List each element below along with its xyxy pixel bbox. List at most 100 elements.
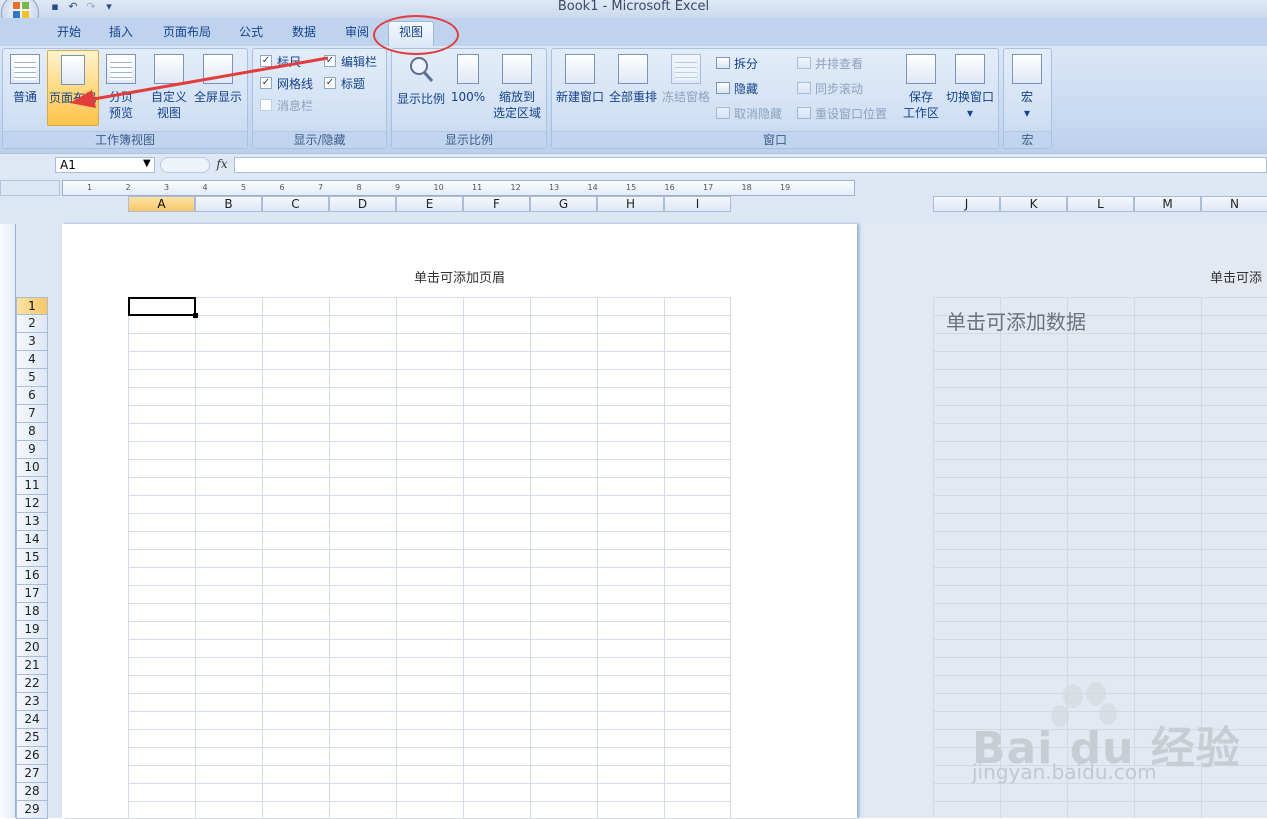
row-header-19[interactable]: 19 (16, 621, 48, 639)
column-header-E[interactable]: E (396, 196, 463, 212)
row-header-13[interactable]: 13 (16, 513, 48, 531)
zoom-button[interactable]: 显示比例 (395, 54, 447, 107)
ruler-checkbox[interactable]: ✓ 标尺 (260, 53, 301, 69)
column-header-J[interactable]: J (933, 196, 1000, 212)
customize-qat-icon[interactable]: ▾ (102, 1, 116, 13)
data-placeholder[interactable]: 单击可添加数据 (946, 306, 1086, 335)
row-header-7[interactable]: 7 (16, 405, 48, 423)
column-headers-page2: JKLMN (933, 196, 1267, 212)
row-header-14[interactable]: 14 (16, 531, 48, 549)
row-header-15[interactable]: 15 (16, 549, 48, 567)
normal-view-button[interactable]: 普通 (6, 54, 44, 105)
column-header-D[interactable]: D (329, 196, 396, 212)
row-header-20[interactable]: 20 (16, 639, 48, 657)
row-header-23[interactable]: 23 (16, 693, 48, 711)
ruler-mark: 8 (356, 183, 362, 192)
reset-window-position-button: 重设窗口位置 (797, 105, 887, 121)
column-header-C[interactable]: C (262, 196, 329, 212)
row-header-10[interactable]: 10 (16, 459, 48, 477)
full-screen-button[interactable]: 全屏显示 (192, 54, 244, 105)
page-break-icon (106, 54, 136, 84)
select-all-corner[interactable] (0, 180, 60, 196)
sync-scroll-button: 同步滚动 (797, 80, 863, 96)
column-header-G[interactable]: G (530, 196, 597, 212)
tab-home[interactable]: 开始 (48, 22, 90, 46)
gridlines-checkbox[interactable]: ✓ 网格线 (260, 75, 313, 91)
reset-position-label: 重设窗口位置 (815, 106, 888, 121)
header-placeholder-page2[interactable]: 单击可添 (1210, 267, 1262, 286)
row-header-3[interactable]: 3 (16, 333, 48, 351)
fill-handle[interactable] (193, 313, 198, 318)
row-header-2[interactable]: 2 (16, 315, 48, 333)
tab-insert[interactable]: 插入 (100, 22, 142, 46)
page-layout-icon (61, 55, 85, 85)
page-break-preview-button[interactable]: 分页 预览 (102, 54, 140, 121)
dropdown-arrow-icon: ▾ (966, 106, 974, 120)
header-placeholder[interactable]: 单击可添加页眉 (62, 267, 857, 286)
page-layout-view-button[interactable]: 页面布局 (47, 50, 99, 126)
redo-icon[interactable]: ↷ (84, 1, 98, 13)
row-header-11[interactable]: 11 (16, 477, 48, 495)
row-header-4[interactable]: 4 (16, 351, 48, 369)
side-by-side-label: 并排查看 (815, 56, 864, 71)
window-title: Book1 - Microsoft Excel (557, 0, 710, 14)
column-header-B[interactable]: B (195, 196, 262, 212)
row-header-9[interactable]: 9 (16, 441, 48, 459)
undo-icon[interactable]: ↶ (66, 1, 80, 13)
row-header-27[interactable]: 27 (16, 765, 48, 783)
column-headers: ABCDEFGHI (128, 196, 731, 212)
macros-button[interactable]: 宏 ▾ (1008, 54, 1046, 121)
row-header-5[interactable]: 5 (16, 369, 48, 387)
hide-label: 隐藏 (734, 81, 759, 96)
arrange-all-button[interactable]: 全部重排 (607, 54, 659, 105)
switch-windows-button[interactable]: 切换窗口 ▾ (944, 54, 996, 121)
name-box-dropdown-icon[interactable]: ▼ (143, 158, 151, 169)
row-header-18[interactable]: 18 (16, 603, 48, 621)
row-header-28[interactable]: 28 (16, 783, 48, 801)
row-header-6[interactable]: 6 (16, 387, 48, 405)
freeze-panes-button[interactable]: 冻结窗格 (660, 54, 712, 105)
hide-button[interactable]: 隐藏 (716, 80, 758, 96)
row-header-1[interactable]: 1 (16, 297, 48, 315)
vertical-ruler[interactable] (0, 224, 16, 818)
column-header-A[interactable]: A (128, 196, 195, 212)
tab-page-layout[interactable]: 页面布局 (156, 22, 218, 46)
column-header-L[interactable]: L (1067, 196, 1134, 212)
formula-input[interactable] (234, 157, 1267, 173)
headings-checkbox[interactable]: ✓ 标题 (324, 75, 365, 91)
tab-review[interactable]: 审阅 (336, 22, 378, 46)
formula-bar-expand-handle[interactable] (160, 157, 210, 173)
split-button[interactable]: 拆分 (716, 55, 758, 71)
column-header-F[interactable]: F (463, 196, 530, 212)
sync-scroll-icon (797, 82, 811, 94)
row-header-8[interactable]: 8 (16, 423, 48, 441)
tab-data[interactable]: 数据 (283, 22, 325, 46)
row-header-25[interactable]: 25 (16, 729, 48, 747)
custom-views-button[interactable]: 自定义 视图 (148, 54, 190, 121)
formula-bar-checkbox[interactable]: ✓ 编辑栏 (324, 53, 377, 69)
zoom-100-button[interactable]: 100% (450, 54, 486, 105)
row-header-21[interactable]: 21 (16, 657, 48, 675)
row-header-24[interactable]: 24 (16, 711, 48, 729)
row-header-12[interactable]: 12 (16, 495, 48, 513)
row-header-22[interactable]: 22 (16, 675, 48, 693)
column-header-H[interactable]: H (597, 196, 664, 212)
cell-grid[interactable] (128, 297, 731, 818)
zoom-to-selection-button[interactable]: 缩放到 选定区域 (490, 54, 544, 121)
row-header-29[interactable]: 29 (16, 801, 48, 819)
column-header-M[interactable]: M (1134, 196, 1201, 212)
column-header-I[interactable]: I (664, 196, 731, 212)
new-window-button[interactable]: 新建窗口 (554, 54, 606, 105)
tab-formulas[interactable]: 公式 (230, 22, 272, 46)
row-header-17[interactable]: 17 (16, 585, 48, 603)
save-workspace-button[interactable]: 保存 工作区 (900, 54, 942, 121)
active-cell-a1[interactable] (128, 297, 196, 316)
name-box[interactable]: A1 (55, 157, 155, 173)
column-header-N[interactable]: N (1201, 196, 1267, 212)
column-header-K[interactable]: K (1000, 196, 1067, 212)
row-header-16[interactable]: 16 (16, 567, 48, 585)
horizontal-ruler[interactable]: 1 2 3 4 5 6 7 8 9 10 11 12 13 14 15 16 17 18 19 (62, 180, 855, 196)
insert-function-button[interactable]: fx (212, 157, 232, 173)
save-icon[interactable]: ▪ (48, 1, 62, 13)
row-header-26[interactable]: 26 (16, 747, 48, 765)
